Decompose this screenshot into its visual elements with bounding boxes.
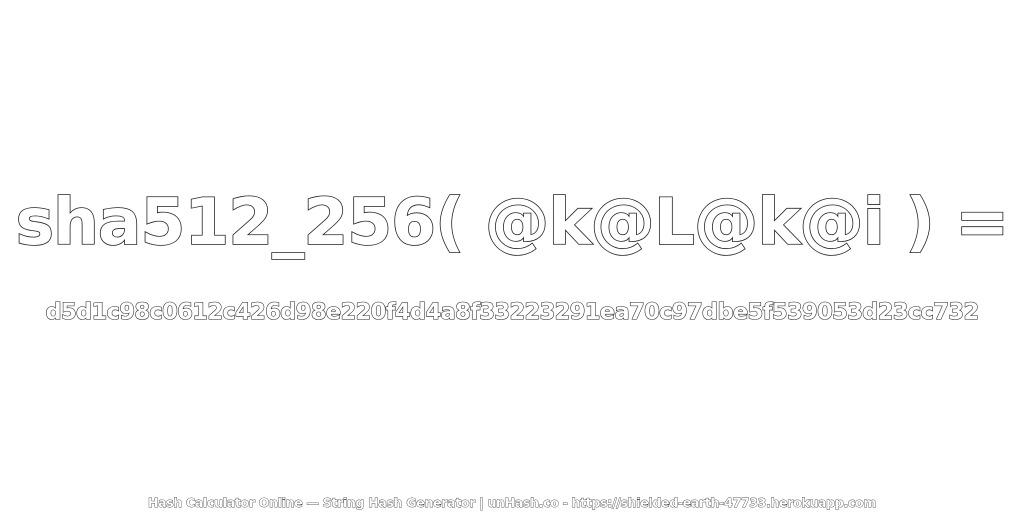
footer-credit: Hash Calculator Online — String Hash Gen…: [147, 495, 877, 511]
hash-value: d5d1c98c0612c426d98e220f4d4a8f33223291ea…: [45, 298, 980, 325]
hash-result-canvas: sha512_256( @k@L@k@i ) = d5d1c98c0612c42…: [0, 0, 1024, 512]
hash-expression: sha512_256( @k@L@k@i ) =: [15, 184, 1010, 261]
